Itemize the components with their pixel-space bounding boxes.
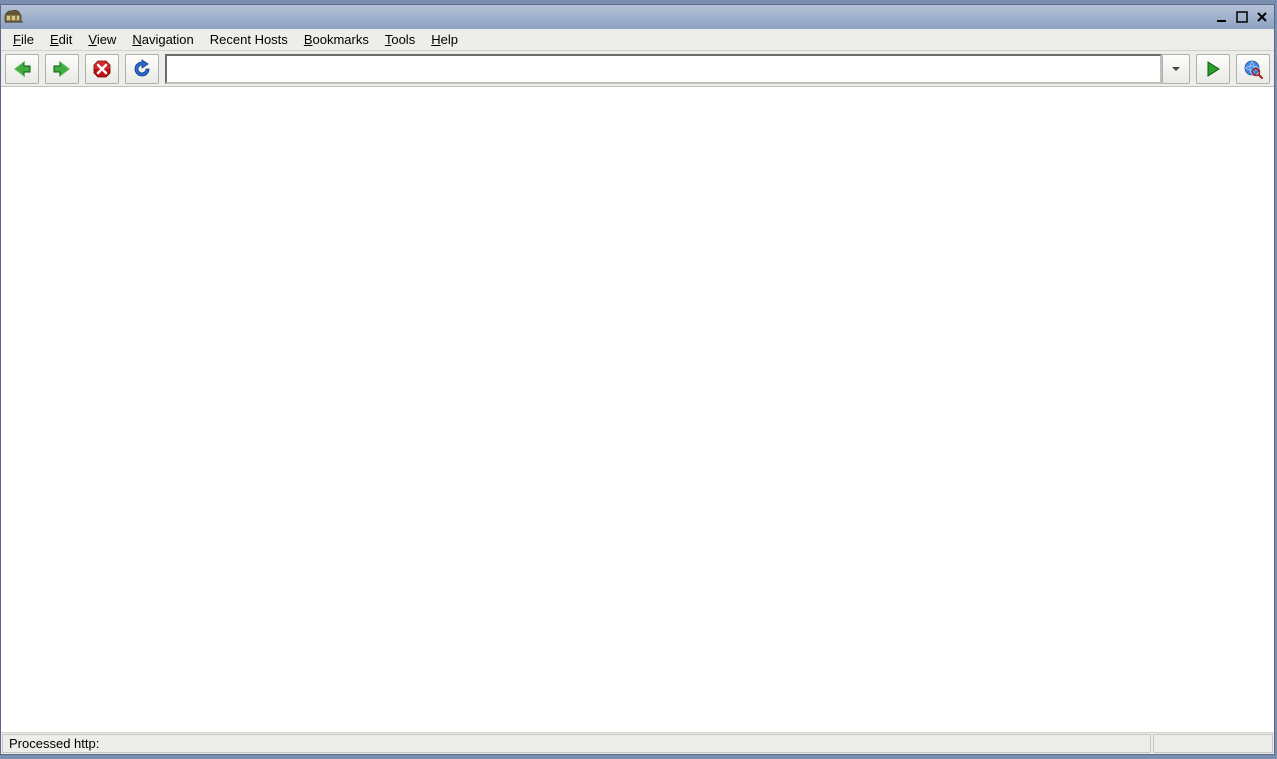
window-controls <box>1212 8 1272 26</box>
statusbar: Processed http: <box>1 732 1274 754</box>
menu-bookmarks[interactable]: Bookmarks <box>296 30 377 49</box>
content-area <box>1 87 1274 732</box>
go-button[interactable] <box>1196 54 1230 84</box>
maximize-button[interactable] <box>1232 8 1252 26</box>
search-button[interactable] <box>1236 54 1270 84</box>
application-window: File Edit View Navigation Recent Hosts B… <box>0 4 1275 755</box>
stop-button[interactable] <box>85 54 119 84</box>
stop-icon <box>91 58 113 80</box>
arrow-left-icon <box>11 58 33 80</box>
menu-edit[interactable]: Edit <box>42 30 80 49</box>
reload-icon <box>131 58 153 80</box>
menu-recent-hosts[interactable]: Recent Hosts <box>202 30 296 49</box>
forward-button[interactable] <box>45 54 79 84</box>
globe-search-icon <box>1242 58 1264 80</box>
menu-file[interactable]: File <box>5 30 42 49</box>
menubar: File Edit View Navigation Recent Hosts B… <box>1 29 1274 51</box>
menu-help[interactable]: Help <box>423 30 466 49</box>
window-title <box>25 10 1212 24</box>
arrow-right-icon <box>51 58 73 80</box>
url-input[interactable] <box>165 54 1162 84</box>
menu-view[interactable]: View <box>80 30 124 49</box>
play-icon <box>1204 60 1222 78</box>
status-progress <box>1153 734 1273 753</box>
status-text: Processed http: <box>2 734 1151 753</box>
app-icon <box>3 7 25 27</box>
menu-tools[interactable]: Tools <box>377 30 423 49</box>
titlebar <box>1 5 1274 29</box>
url-history-dropdown[interactable] <box>1162 54 1190 84</box>
back-button[interactable] <box>5 54 39 84</box>
chevron-down-icon <box>1171 64 1181 74</box>
reload-button[interactable] <box>125 54 159 84</box>
url-bar <box>165 54 1190 84</box>
close-button[interactable] <box>1252 8 1272 26</box>
menu-navigation[interactable]: Navigation <box>124 30 201 49</box>
toolbar <box>1 51 1274 87</box>
minimize-button[interactable] <box>1212 8 1232 26</box>
